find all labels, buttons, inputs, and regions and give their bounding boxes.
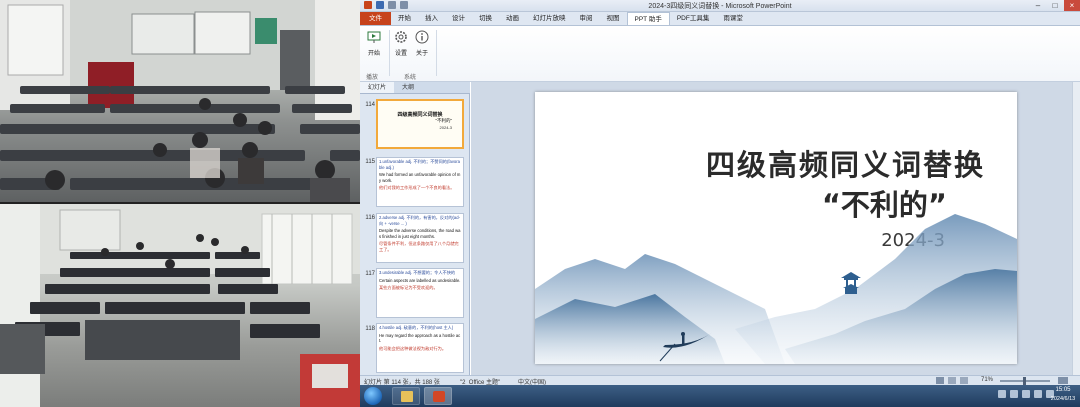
settings-label: 设置 [394, 51, 407, 57]
normal-view-icon[interactable] [936, 377, 944, 384]
classroom-camera-bottom [0, 204, 360, 407]
thumb-line: 他们对我的工作形成了一个不良的看法。 [379, 185, 455, 191]
thumb-line: He may regard the approach as a hostile … [379, 332, 461, 344]
settings-button[interactable]: 设置 [390, 30, 412, 57]
minimize-button[interactable]: – [1030, 0, 1046, 11]
status-bar: 幻灯片 第 114 张，共 188 张 "2_Office 主题" 中文(中国)… [360, 375, 1080, 386]
slide-editor: 四级高频同义词替换 “不利的” 2024-3 [471, 82, 1072, 375]
tab-pdf-tools[interactable]: PDF工具集 [670, 12, 717, 25]
tab-slideshow[interactable]: 幻灯片放映 [526, 12, 573, 25]
thumb-title: 四级高频同义词替换 [397, 112, 443, 118]
slide-thumbnail-114[interactable]: 四级高频同义词替换 “不利的” 2024-3 [376, 99, 464, 149]
slide-number: 115 [365, 159, 375, 165]
start-label: 开始 [367, 51, 380, 57]
info-icon [415, 30, 429, 44]
group-label-play: 播放 [366, 75, 379, 81]
reading-view-icon[interactable] [960, 377, 968, 384]
gear-icon [395, 31, 407, 43]
pane-tab-outline[interactable]: 大纲 [394, 82, 422, 93]
thumb-line: 他可能会把这种做法视为敌对行为。 [379, 345, 447, 351]
zoom-level[interactable]: 71% [981, 377, 993, 383]
tray-icon[interactable] [1022, 390, 1030, 398]
tab-transitions[interactable]: 切换 [472, 12, 499, 25]
folder-icon [401, 391, 413, 402]
powerpoint-icon [433, 391, 445, 402]
ribbon: 开始 设置 关于 播放 系统 [360, 26, 1080, 82]
system-tray [998, 390, 1054, 398]
thumb-line: 3.undesirable adj. 不想要的；令人不快的 [379, 270, 456, 275]
thumb-line: 某些方面被标记为不受欢迎的。 [379, 285, 438, 291]
thumb-line: We had formed an unfavorable opinion of … [379, 172, 461, 183]
classroom-scene-bottom [0, 204, 360, 407]
tab-animations[interactable]: 动画 [499, 12, 526, 25]
clock-time[interactable]: 15:05 [1050, 387, 1076, 393]
taskbar-powerpoint[interactable] [424, 387, 452, 405]
ribbon-tabs: 文件 开始 插入 设计 切换 动画 幻灯片放映 审阅 视图 PPT 助手 PDF… [360, 12, 1080, 26]
slide-thumbnail-115[interactable]: 1.unfavorable adj. 不利的；不赞同的(favorable ad… [376, 157, 464, 207]
tab-ppt-assistant[interactable]: PPT 助手 [626, 12, 670, 25]
slide-thumbnail-118[interactable]: 4.hostile adj. 敌意的，不利的(host 主人) He may r… [376, 323, 464, 373]
thumb-year: 2024-3 [439, 125, 452, 130]
group-label-system: 系统 [404, 75, 417, 81]
pane-tabs: 幻灯片 大纲 [360, 82, 470, 94]
powerpoint-window: 2024-3四级同义词替换 - Microsoft PowerPoint – □… [360, 0, 1080, 407]
network-icon[interactable] [1034, 390, 1042, 398]
start-slideshow-button[interactable]: 开始 [363, 30, 385, 57]
screen: 2024-3四级同义词替换 - Microsoft PowerPoint – □… [0, 0, 1080, 407]
group-separator [436, 30, 437, 76]
tray-icon[interactable] [998, 390, 1006, 398]
current-slide[interactable]: 四级高频同义词替换 “不利的” 2024-3 [535, 92, 1017, 364]
close-button[interactable]: × [1064, 0, 1080, 11]
thumb-line: 2.adverse adj. 不利的，有害的，反对的(ad-向 + -verse… [379, 215, 460, 226]
tab-home[interactable]: 开始 [391, 12, 418, 25]
slide-thumbnail-117[interactable]: 3.undesirable adj. 不想要的；令人不快的 Certain as… [376, 268, 464, 318]
presentation-icon [367, 31, 381, 43]
tab-view[interactable]: 视图 [600, 12, 627, 25]
about-label: 关于 [415, 51, 428, 57]
fit-slide-icon[interactable] [1058, 377, 1068, 384]
tab-file[interactable]: 文件 [360, 12, 391, 25]
windows-taskbar: 15:05 2024/6/13 [360, 385, 1080, 407]
slide-number: 116 [365, 215, 375, 221]
tray-icon[interactable] [1010, 390, 1018, 398]
taskbar-explorer[interactable] [392, 387, 420, 405]
classroom-scene-top [0, 0, 360, 202]
tab-review[interactable]: 审阅 [573, 12, 600, 25]
slide-thumbnail-116[interactable]: 2.adverse adj. 不利的，有害的，反对的(ad-向 + -verse… [376, 213, 464, 263]
thumb-line: 4.hostile adj. 敌意的，不利的(host 主人) [379, 325, 454, 330]
thumb-subtitle: “不利的” [435, 118, 453, 123]
window-title: 2024-3四级同义词替换 - Microsoft PowerPoint [648, 3, 792, 10]
slide-number: 117 [365, 271, 375, 277]
tab-design[interactable]: 设计 [445, 12, 472, 25]
slide-number: 118 [365, 326, 375, 332]
thumb-line: 尽管条件不利，但这条路仅用了八个月就完工了。 [379, 241, 459, 252]
slide-title[interactable]: 四级高频同义词替换 [535, 142, 985, 184]
tab-insert[interactable]: 插入 [418, 12, 445, 25]
zoom-slider-handle[interactable] [1023, 377, 1026, 385]
tab-rain-classroom[interactable]: 雨课堂 [716, 12, 750, 25]
thumb-line: 1.unfavorable adj. 不利的；不赞同的(favorable ad… [379, 159, 460, 170]
about-button[interactable]: 关于 [411, 30, 433, 57]
slide-sorter-icon[interactable] [948, 377, 956, 384]
vertical-scrollbar[interactable] [1072, 82, 1080, 375]
thumb-line: Despite the adverse conditions, the road… [379, 228, 461, 239]
thumb-line: Certain aspects are labelled as undesira… [379, 277, 461, 283]
start-button[interactable] [364, 387, 382, 405]
maximize-button[interactable]: □ [1047, 0, 1063, 11]
title-bar: 2024-3四级同义词替换 - Microsoft PowerPoint – □… [360, 0, 1080, 12]
clock-date[interactable]: 2024/6/13 [1048, 396, 1078, 402]
slide-number: 114 [365, 102, 375, 108]
classroom-camera-top [0, 0, 360, 202]
ink-mountains-illustration [535, 214, 1017, 364]
pane-tab-slides[interactable]: 幻灯片 [360, 82, 395, 93]
slides-pane: 幻灯片 大纲 114 四级高频同义词替换 “不利的” 2024-3 115 1.… [360, 82, 470, 375]
